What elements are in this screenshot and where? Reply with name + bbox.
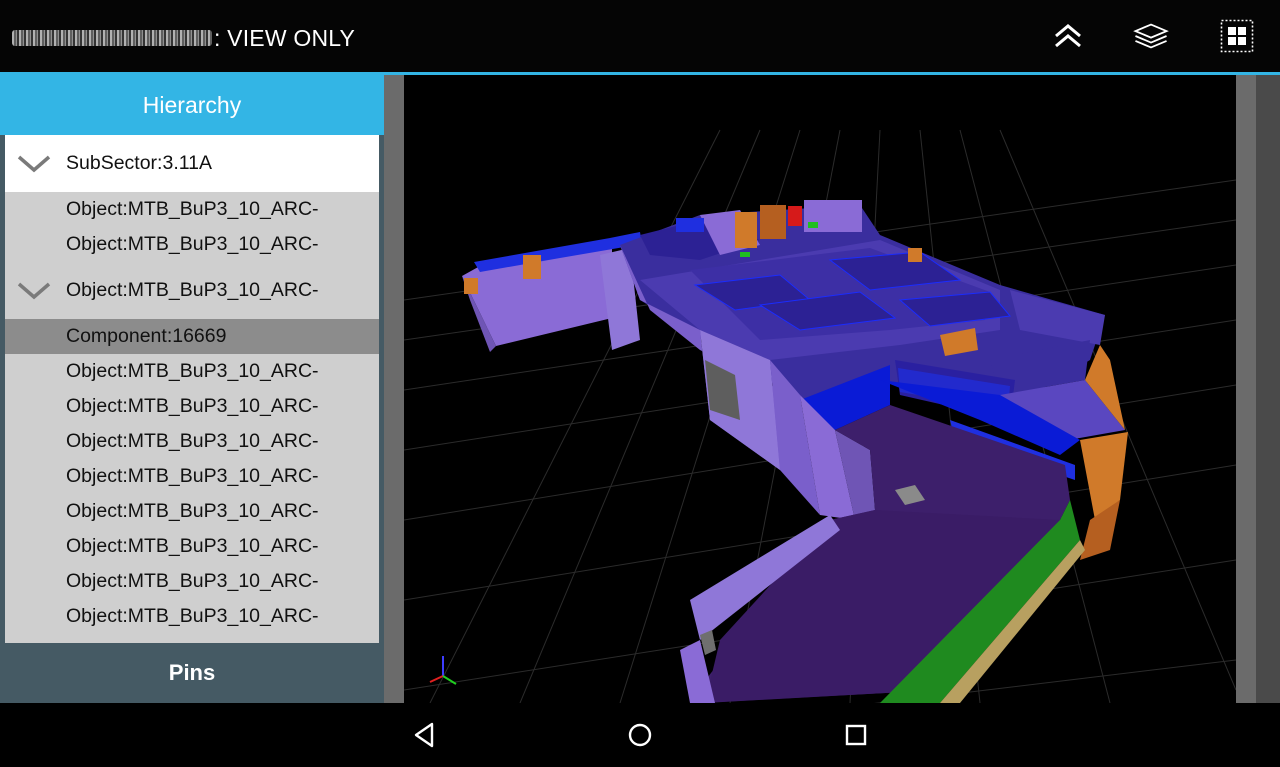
tree-item[interactable]: Object:MTB_BuP3_10_ARC- bbox=[5, 227, 379, 262]
viewport-left-scrollbar[interactable] bbox=[384, 75, 404, 703]
system-navigation-bar bbox=[0, 703, 1280, 767]
tab-pins[interactable]: Pins bbox=[0, 643, 384, 703]
viewport-right-scrollbar[interactable] bbox=[1236, 75, 1256, 703]
back-button[interactable] bbox=[406, 717, 442, 753]
3d-viewport[interactable] bbox=[404, 75, 1236, 703]
tree-item-label: Object:MTB_BuP3_10_ARC- bbox=[66, 535, 319, 557]
chevron-up-icon bbox=[1055, 24, 1081, 48]
layers-icon bbox=[1133, 23, 1169, 49]
tree-item-label: Object:MTB_BuP3_10_ARC- bbox=[66, 500, 319, 522]
tree-item[interactable]: Object:MTB_BuP3_10_ARC- bbox=[5, 599, 379, 634]
tree-item[interactable]: Object:MTB_BuP3_10_ARC- bbox=[5, 262, 379, 319]
grid-icon bbox=[1220, 19, 1254, 53]
recents-button[interactable] bbox=[838, 717, 874, 753]
tree-item-label: Object:MTB_BuP3_10_ARC- bbox=[66, 430, 319, 452]
tree-item-label: Object:MTB_BuP3_10_ARC- bbox=[66, 233, 319, 255]
layers-button[interactable] bbox=[1133, 18, 1169, 54]
sidebar: Hierarchy SubSector:3.11A Object:MTB_BuP… bbox=[0, 75, 384, 703]
tree-item[interactable]: Object:MTB_BuP3_10_ARC- bbox=[5, 192, 379, 227]
tree-item-label: Object:MTB_BuP3_10_ARC- bbox=[66, 605, 319, 627]
tree-item[interactable]: Object:MTB_BuP3_10_ARC- bbox=[5, 459, 379, 494]
tree-item-label: SubSector:3.11A bbox=[66, 152, 212, 174]
tree-item[interactable]: SubSector:3.11A bbox=[5, 135, 379, 192]
tree-item-label: Object:MTB_BuP3_10_ARC- bbox=[66, 360, 319, 382]
hierarchy-tree[interactable]: SubSector:3.11A Object:MTB_BuP3_10_ARC- … bbox=[5, 135, 379, 643]
recents-icon bbox=[845, 724, 867, 746]
viewport-side-panel bbox=[1256, 75, 1280, 703]
tree-item[interactable]: Object:MTB_BuP3_10_ARC- bbox=[5, 494, 379, 529]
tree-item-label: Object:MTB_BuP3_10_ARC- bbox=[66, 279, 319, 301]
tree-item[interactable]: Object:MTB_BuP3_10_ARC- bbox=[5, 389, 379, 424]
tree-item-label: Object:MTB_BuP3_10_ARC- bbox=[66, 395, 319, 417]
collapse-button[interactable] bbox=[1050, 18, 1086, 54]
page-title: : VIEW ONLY bbox=[214, 24, 356, 51]
grid-view-button[interactable] bbox=[1219, 18, 1255, 54]
tree-item-label: Object:MTB_BuP3_10_ARC- bbox=[66, 465, 319, 487]
tree-item-selected[interactable]: Component:16669 bbox=[5, 319, 379, 354]
title-area: : VIEW ONLY bbox=[12, 22, 355, 54]
tree-item-label: Component:16669 bbox=[66, 325, 227, 347]
home-button[interactable] bbox=[622, 717, 658, 753]
tree-item[interactable]: Object:MTB_BuP3_10_ARC- bbox=[5, 354, 379, 389]
chevron-down-icon[interactable] bbox=[17, 154, 51, 174]
back-icon bbox=[414, 722, 434, 748]
tab-hierarchy[interactable]: Hierarchy bbox=[0, 75, 384, 135]
tree-item[interactable]: Object:MTB_BuP3_10_ARC- bbox=[5, 564, 379, 599]
tree-item-label: Object:MTB_BuP3_10_ARC- bbox=[66, 198, 319, 220]
3d-model-render[interactable] bbox=[404, 75, 1236, 703]
tree-item-label: Object:MTB_BuP3_10_ARC- bbox=[66, 570, 319, 592]
home-icon bbox=[628, 723, 652, 747]
tree-item[interactable]: Object:MTB_BuP3_10_ARC- bbox=[5, 424, 379, 459]
chevron-down-icon[interactable] bbox=[17, 281, 51, 301]
redacted-project-name bbox=[12, 30, 212, 46]
tree-item[interactable]: Object:MTB_BuP3_10_ARC- bbox=[5, 529, 379, 564]
app-bar: : VIEW ONLY bbox=[0, 0, 1280, 72]
